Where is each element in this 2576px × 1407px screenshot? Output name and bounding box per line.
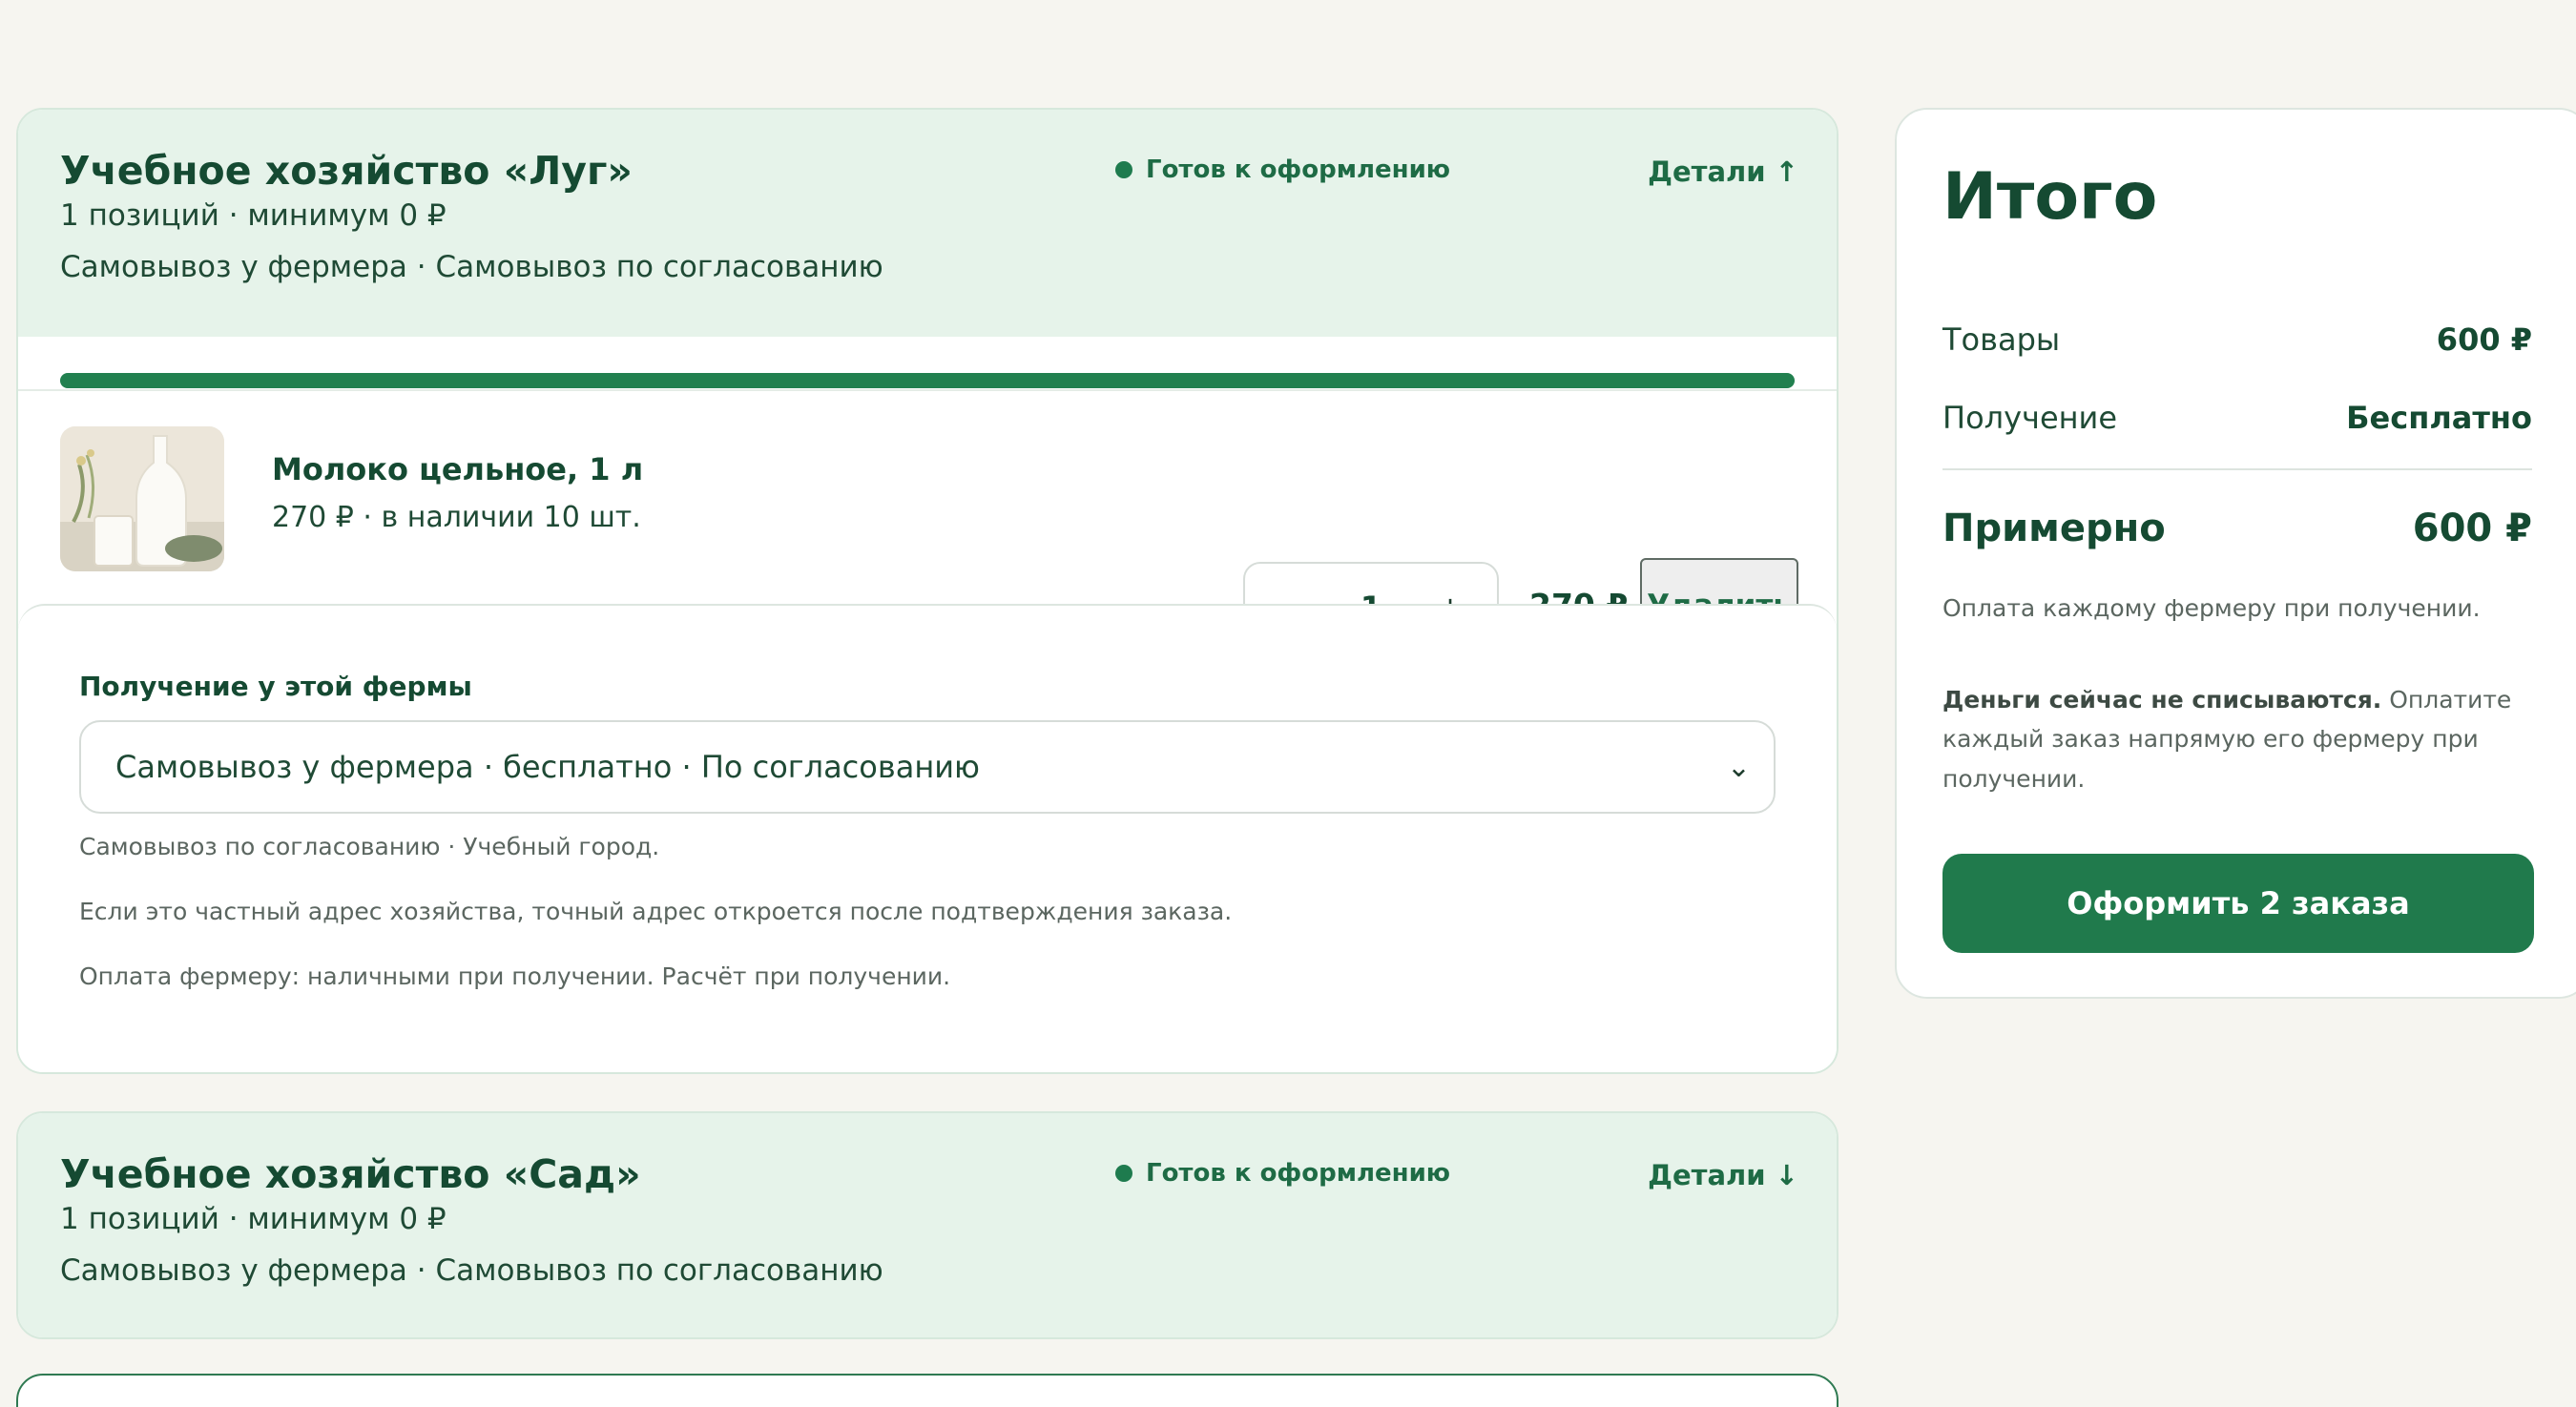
summary-title: Итого: [1942, 159, 2158, 235]
summary-receive-row: Получение Бесплатно: [1942, 400, 2532, 436]
product-image: [60, 426, 224, 571]
address-note: Если это частный адрес хозяйства, точный…: [79, 898, 1233, 925]
farm-card-header: Учебное хозяйство «Сад» 1 позиций · мини…: [18, 1113, 1837, 1337]
product-price-stock: 270 ₽ · в наличии 10 шт.: [272, 501, 641, 534]
status-dot-icon: [1115, 1165, 1132, 1182]
status-dot-icon: [1115, 161, 1132, 178]
payment-note: Оплата фермеру: наличными при получении.…: [79, 962, 951, 990]
delivery-method-select[interactable]: Самовывоз у фермера · бесплатно · По сог…: [79, 720, 1776, 814]
cart-page: Учебное хозяйство «Луг» 1 позиций · мини…: [0, 0, 2576, 1407]
summary-goods-row: Товары 600 ₽: [1942, 321, 2532, 358]
farm-card-partial: [16, 1374, 1839, 1407]
delivery-label: Получение у этой фермы: [79, 671, 472, 702]
receive-label: Получение: [1942, 400, 2118, 436]
product-name: Молоко цельное, 1 л: [272, 451, 644, 487]
farm-meta: 1 позиций · минимум 0 ₽: [60, 1202, 447, 1237]
divider: [1942, 468, 2532, 470]
minimum-progress-bar: [60, 373, 1795, 388]
farm-meta: 1 позиций · минимум 0 ₽: [60, 198, 447, 234]
cart-item-row: Молоко цельное, 1 л 270 ₽ · в наличии 10…: [60, 424, 1795, 577]
farm-title: Учебное хозяйство «Луг»: [60, 148, 633, 194]
summary-total-row: Примерно 600 ₽: [1942, 507, 2532, 550]
farm-card: Учебное хозяйство «Луг» 1 позиций · мини…: [16, 108, 1839, 1074]
goods-label: Товары: [1942, 321, 2061, 358]
goods-value: 600 ₽: [2436, 321, 2532, 358]
divider: [18, 389, 1837, 391]
chevron-down-icon: ⌄: [1726, 751, 1751, 784]
receive-value: Бесплатно: [2346, 400, 2532, 436]
total-value: 600 ₽: [2412, 507, 2532, 550]
pickup-note: Самовывоз по согласованию · Учебный горо…: [79, 833, 660, 860]
status-badge: Готов к оформлению: [1115, 1159, 1450, 1188]
details-toggle[interactable]: Детали ↓: [1648, 1159, 1798, 1191]
payment-info: Оплата каждому фермеру при получении.: [1942, 594, 2481, 622]
status-label: Готов к оформлению: [1146, 155, 1451, 184]
farm-delivery-summary: Самовывоз у фермера · Самовывоз по согла…: [60, 250, 883, 285]
status-label: Готов к оформлению: [1146, 1159, 1451, 1188]
milk-bottle-image: [60, 426, 224, 571]
farm-card-header: Учебное хозяйство «Луг» 1 позиций · мини…: [18, 110, 1837, 337]
checkout-button[interactable]: Оформить 2 заказа: [1942, 854, 2534, 953]
total-label: Примерно: [1942, 507, 2166, 550]
progress-fill: [60, 373, 1795, 388]
details-toggle[interactable]: Детали ↑: [1648, 155, 1798, 188]
delivery-select-value: Самовывоз у фермера · бесплатно · По сог…: [115, 749, 980, 785]
farm-delivery-summary: Самовывоз у фермера · Самовывоз по согла…: [60, 1253, 883, 1289]
farm-card: Учебное хозяйство «Сад» 1 позиций · мини…: [16, 1111, 1839, 1339]
no-charge-bold: Деньги сейчас не списываются.: [1942, 686, 2382, 714]
farm-title: Учебное хозяйство «Сад»: [60, 1151, 641, 1197]
no-charge-info: Деньги сейчас не списываются. Оплатите к…: [1942, 680, 2532, 798]
order-summary: Итого Товары 600 ₽ Получение Бесплатно П…: [1895, 108, 2576, 999]
status-badge: Готов к оформлению: [1115, 155, 1450, 184]
delivery-panel: Получение у этой фермы Самовывоз у ферме…: [18, 604, 1837, 1072]
